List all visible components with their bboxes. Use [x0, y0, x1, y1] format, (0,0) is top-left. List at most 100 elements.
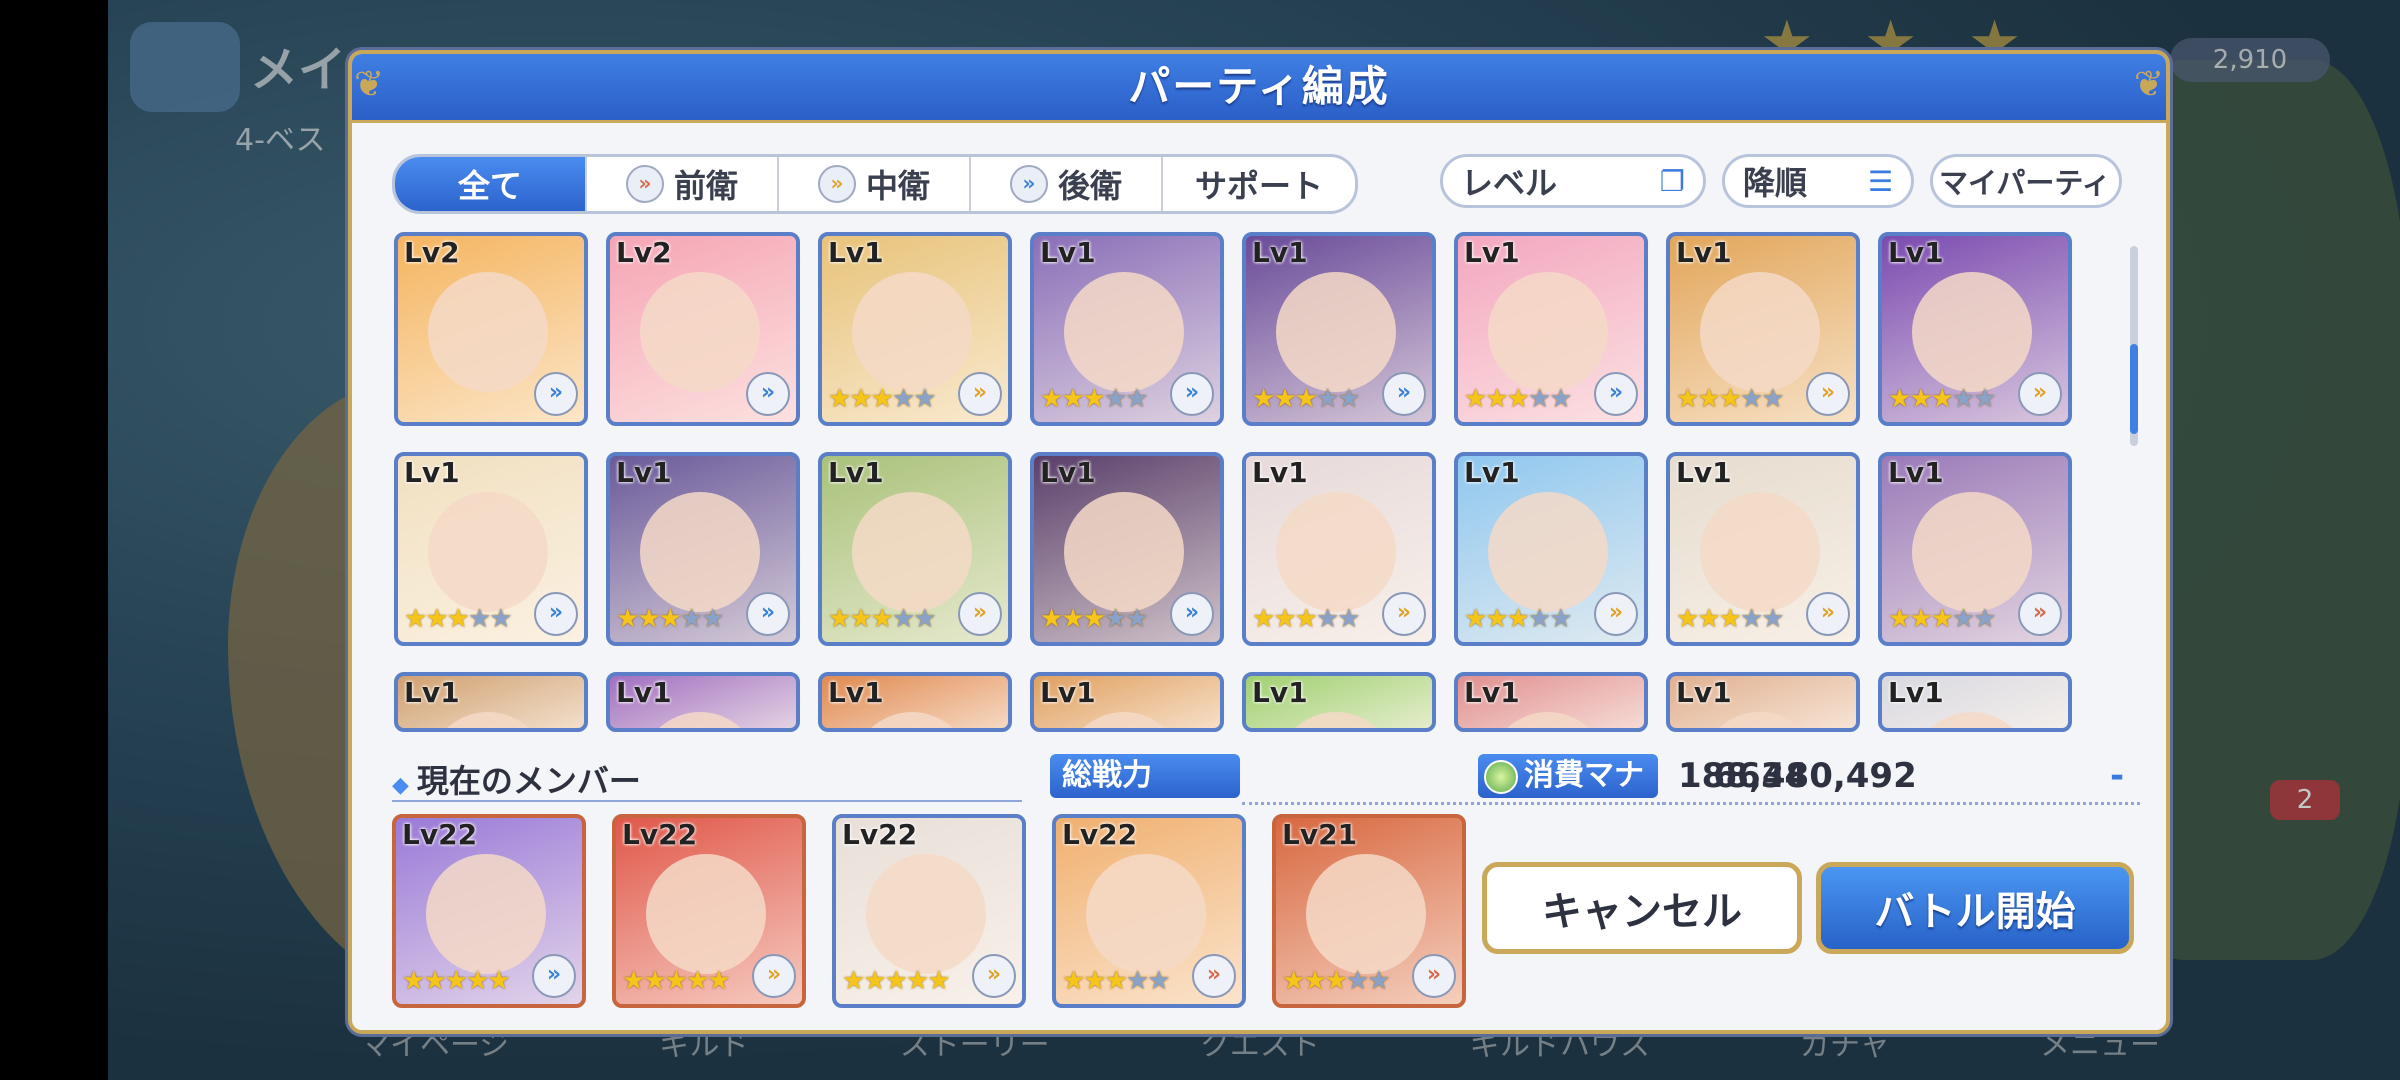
- star-icon: ★: [701, 604, 724, 634]
- tab-filter-0[interactable]: 全て: [395, 157, 587, 211]
- cancel-button[interactable]: キャンセル: [1482, 862, 1802, 954]
- roster-character-card[interactable]: Lv1 ★★★★★»: [1030, 452, 1224, 646]
- roster-character-card[interactable]: Lv1 ★★★★★»: [1878, 452, 2072, 646]
- roster-character-card[interactable]: Lv1 ★★★★★»: [1454, 452, 1648, 646]
- star-icon: ★: [1485, 604, 1508, 634]
- sort-lines-icon: ☰: [1867, 164, 1893, 198]
- star-icon: ★: [1676, 604, 1699, 634]
- star-icon: ★: [402, 966, 425, 996]
- mana-orb-icon: [1484, 759, 1518, 794]
- character-portrait: [1488, 272, 1608, 392]
- star-icon: ★: [913, 384, 936, 414]
- star-icon: ★: [828, 604, 851, 634]
- sort-window-icon: ❐: [1659, 164, 1685, 198]
- star-icon: ★: [1527, 384, 1551, 414]
- star-icon: ★: [1718, 384, 1742, 414]
- roster-character-card[interactable]: Lv1 ★★★★★»: [818, 452, 1012, 646]
- star-rating: ★★★★★: [1252, 384, 1361, 414]
- character-level: Lv1: [1676, 236, 1732, 269]
- star-icon: ★: [685, 966, 709, 996]
- role-front-icon: »: [1192, 954, 1236, 998]
- role-filter-tabs: 全て » 前衛» 中衛» 後衛 サポート: [392, 154, 1358, 214]
- roster-character-card[interactable]: Lv1: [1666, 672, 1860, 732]
- character-level: Lv22: [842, 818, 918, 851]
- star-icon: ★: [446, 604, 470, 634]
- roster-character-card[interactable]: Lv1 ★★★★★»: [1878, 232, 2072, 426]
- character-portrait: [1488, 492, 1608, 612]
- roster-character-card[interactable]: Lv2 »: [606, 232, 800, 426]
- star-icon: ★: [1103, 384, 1127, 414]
- tab-mid[interactable]: » 中衛: [779, 157, 971, 211]
- order-label: 降順: [1743, 164, 1808, 202]
- tab-filter-4[interactable]: サポート: [1163, 157, 1355, 211]
- role-back-icon: »: [534, 592, 578, 636]
- background-gold: 2,910: [2170, 38, 2330, 82]
- sort-level-button[interactable]: レベル ❐: [1440, 154, 1706, 208]
- role-back-icon: »: [746, 372, 790, 416]
- roster-character-card[interactable]: Lv1 ★★★★★»: [606, 452, 800, 646]
- roster-character-card[interactable]: Lv1: [1242, 672, 1436, 732]
- roster-character-card[interactable]: Lv2 »: [394, 232, 588, 426]
- roster-character-card[interactable]: Lv1: [1030, 672, 1224, 732]
- character-level: Lv1: [1888, 456, 1944, 489]
- star-icon: ★: [444, 966, 468, 996]
- roster-character-card[interactable]: Lv1: [818, 672, 1012, 732]
- star-icon: ★: [489, 604, 512, 634]
- star-icon: ★: [927, 966, 950, 996]
- roster-character-card[interactable]: Lv1 ★★★★★»: [1454, 232, 1648, 426]
- role-mid-icon: »: [752, 954, 796, 998]
- character-portrait: [1700, 492, 1820, 612]
- my-party-button[interactable]: マイパーティ: [1930, 154, 2122, 208]
- star-rating: ★★★★★: [404, 604, 513, 634]
- mana-underline: [1662, 802, 2140, 805]
- party-member-card[interactable]: Lv22 ★★★★★»: [392, 814, 586, 1008]
- tab-front[interactable]: » 前衛: [587, 157, 779, 211]
- star-icon: ★: [637, 604, 660, 634]
- character-portrait: [866, 854, 986, 974]
- star-icon: ★: [1252, 604, 1275, 634]
- roster-character-card[interactable]: Lv1 ★★★★★»: [1242, 452, 1436, 646]
- roster-character-card[interactable]: Lv1 ★★★★★»: [1030, 232, 1224, 426]
- current-members-heading: ◆ 現在のメンバー: [392, 756, 641, 802]
- star-icon: ★: [664, 966, 688, 996]
- roster-character-card[interactable]: Lv1: [1454, 672, 1648, 732]
- roster-character-card[interactable]: Lv1 ★★★★★»: [818, 232, 1012, 426]
- star-icon: ★: [679, 604, 703, 634]
- star-rating: ★★★★★: [1040, 384, 1149, 414]
- star-rating: ★★★★★: [1888, 384, 1997, 414]
- roster-character-card[interactable]: Lv1 ★★★★★»: [1242, 232, 1436, 426]
- star-rating: ★★★★★: [622, 966, 731, 996]
- character-portrait: [426, 854, 546, 974]
- character-level: Lv1: [1676, 676, 1732, 709]
- roster-character-card[interactable]: Lv1: [394, 672, 588, 732]
- party-member-card[interactable]: Lv22 ★★★★★»: [832, 814, 1026, 1008]
- party-member-card[interactable]: Lv22 ★★★★★»: [1052, 814, 1246, 1008]
- party-member-card[interactable]: Lv22 ★★★★★»: [612, 814, 806, 1008]
- star-icon: ★: [1040, 384, 1063, 414]
- star-icon: ★: [1082, 384, 1106, 414]
- party-member-card[interactable]: Lv21 ★★★★★»: [1272, 814, 1466, 1008]
- star-rating: ★★★★★: [842, 966, 951, 996]
- roster-scroll-thumb[interactable]: [2130, 344, 2138, 434]
- roster-scroll-area[interactable]: Lv2» Lv2» Lv1 ★★★★★» Lv1 ★★★★★» Lv1 ★★★★★» Lv1 ★★…: [364, 232, 2144, 740]
- roster-character-card[interactable]: Lv1 ★★★★★»: [1666, 452, 1860, 646]
- roster-character-card[interactable]: Lv1: [606, 672, 800, 732]
- roster-character-card[interactable]: Lv1 ★★★★★»: [394, 452, 588, 646]
- battle-start-button[interactable]: バトル開始: [1816, 862, 2134, 954]
- order-button[interactable]: 降順 ☰: [1722, 154, 1914, 208]
- character-level: Lv1: [1252, 676, 1308, 709]
- tab-back[interactable]: » 後衛: [971, 157, 1163, 211]
- role-mid-icon: »: [1594, 592, 1638, 636]
- mana-value: 188,480,492: [1678, 756, 1917, 796]
- tab-label: 全て: [457, 167, 522, 205]
- character-portrait: [1086, 854, 1206, 974]
- role-mid-icon: »: [2018, 372, 2062, 416]
- star-icon: ★: [1062, 966, 1085, 996]
- roster-character-card[interactable]: Lv1: [1878, 672, 2072, 732]
- roster-character-card[interactable]: Lv1 ★★★★★»: [1666, 232, 1860, 426]
- character-portrait: [640, 712, 760, 728]
- character-portrait: [646, 854, 766, 974]
- tab-label: 後衛: [1057, 167, 1122, 205]
- star-icon: ★: [1951, 604, 1975, 634]
- star-icon: ★: [465, 966, 489, 996]
